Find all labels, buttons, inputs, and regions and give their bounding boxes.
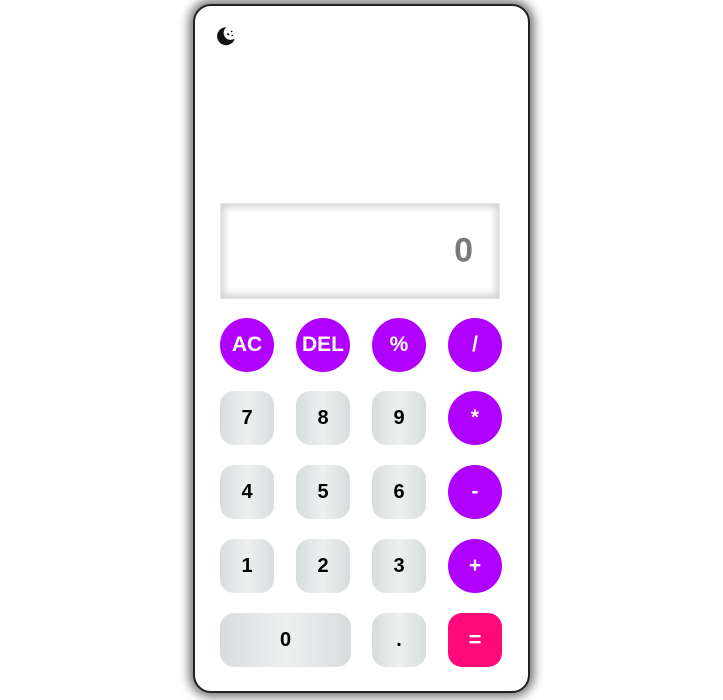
multiply-button[interactable]: * <box>448 391 502 445</box>
subtract-button[interactable]: - <box>448 465 502 519</box>
percent-button[interactable]: % <box>372 318 426 372</box>
digit-2-button[interactable]: 2 <box>296 539 350 593</box>
digit-9-button[interactable]: 9 <box>372 391 426 445</box>
decimal-button[interactable]: . <box>372 613 426 667</box>
calculator: 0 AC DEL % / 7 8 9 * 4 5 6 - 1 2 3 + 0 .… <box>193 4 530 693</box>
digit-3-button[interactable]: 3 <box>372 539 426 593</box>
digit-0-button[interactable]: 0 <box>220 613 351 667</box>
equals-button[interactable]: = <box>448 613 502 667</box>
digit-5-button[interactable]: 5 <box>296 465 350 519</box>
digit-1-button[interactable]: 1 <box>220 539 274 593</box>
digit-6-button[interactable]: 6 <box>372 465 426 519</box>
display-value: 0 <box>454 231 473 270</box>
moon-stars-icon[interactable] <box>214 24 238 48</box>
display: 0 <box>220 203 500 299</box>
digit-8-button[interactable]: 8 <box>296 391 350 445</box>
clear-button[interactable]: AC <box>220 318 274 372</box>
digit-4-button[interactable]: 4 <box>220 465 274 519</box>
delete-button[interactable]: DEL <box>296 318 350 372</box>
divide-button[interactable]: / <box>448 318 502 372</box>
digit-7-button[interactable]: 7 <box>220 391 274 445</box>
add-button[interactable]: + <box>448 539 502 593</box>
